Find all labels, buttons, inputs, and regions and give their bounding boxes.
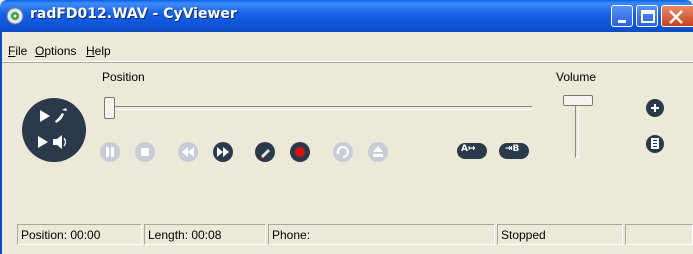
fast-forward-button[interactable] xyxy=(212,141,234,163)
menu-file[interactable]: File xyxy=(8,44,27,58)
document-button[interactable] xyxy=(645,134,665,154)
minimize-button[interactable] xyxy=(611,5,633,27)
close-icon xyxy=(669,10,683,24)
loop-button[interactable] xyxy=(332,141,354,163)
speaker-play-button[interactable] xyxy=(22,130,86,164)
record-button[interactable] xyxy=(289,141,311,163)
maximize-button[interactable] xyxy=(636,5,658,27)
status-position: Position: 00:00 xyxy=(17,224,142,245)
menu-options-label: ptions xyxy=(44,44,77,58)
volume-label: Volume xyxy=(556,70,597,84)
volume-slider-track[interactable] xyxy=(575,101,579,158)
menu-file-label: ile xyxy=(15,44,28,58)
ab-start-label: A↦ xyxy=(461,144,476,154)
status-state: Stopped xyxy=(497,224,623,245)
menu-help-label: elp xyxy=(94,44,111,58)
edit-button[interactable] xyxy=(254,141,276,163)
status-phone: Phone: xyxy=(268,224,495,245)
ab-end-label: ⇥B xyxy=(505,144,520,154)
menu-options-accel: O xyxy=(35,44,45,58)
minimize-icon xyxy=(618,20,626,23)
ab-start-button[interactable]: A↦ xyxy=(457,143,487,159)
menu-bar: File Options Help xyxy=(0,32,693,63)
status-extra xyxy=(625,224,693,245)
rewind-button[interactable] xyxy=(177,141,199,163)
window-frame-left xyxy=(0,32,2,254)
stop-button[interactable] xyxy=(134,141,156,163)
position-label: Position xyxy=(102,70,145,84)
status-bar: Position: 00:00 Length: 00:08 Phone: Sto… xyxy=(0,220,693,254)
main-window: radFD012.WAV - CyViewer File Options Hel… xyxy=(0,0,693,254)
record-icon xyxy=(295,147,305,157)
menu-divider xyxy=(0,62,693,63)
menu-help-accel: H xyxy=(86,44,95,58)
position-slider-track[interactable] xyxy=(105,106,533,110)
position-slider-thumb[interactable] xyxy=(104,97,115,119)
maximize-icon xyxy=(641,10,655,23)
menu-options[interactable]: Options xyxy=(35,44,76,58)
menu-help[interactable]: Help xyxy=(86,44,111,58)
app-icon xyxy=(6,7,24,25)
stop-icon xyxy=(141,148,149,156)
volume-slider-thumb[interactable] xyxy=(563,95,593,106)
document-icon xyxy=(651,138,659,149)
close-button[interactable] xyxy=(661,5,693,27)
status-length: Length: 00:08 xyxy=(144,224,266,245)
pause-button[interactable] xyxy=(99,141,121,163)
ab-end-button[interactable]: ⇥B xyxy=(499,143,529,159)
title-bar[interactable]: radFD012.WAV - CyViewer xyxy=(0,0,693,32)
call-play-button[interactable] xyxy=(22,96,86,130)
add-button[interactable] xyxy=(645,98,665,118)
window-title: radFD012.WAV - CyViewer xyxy=(30,6,237,22)
eject-button[interactable] xyxy=(367,141,389,163)
